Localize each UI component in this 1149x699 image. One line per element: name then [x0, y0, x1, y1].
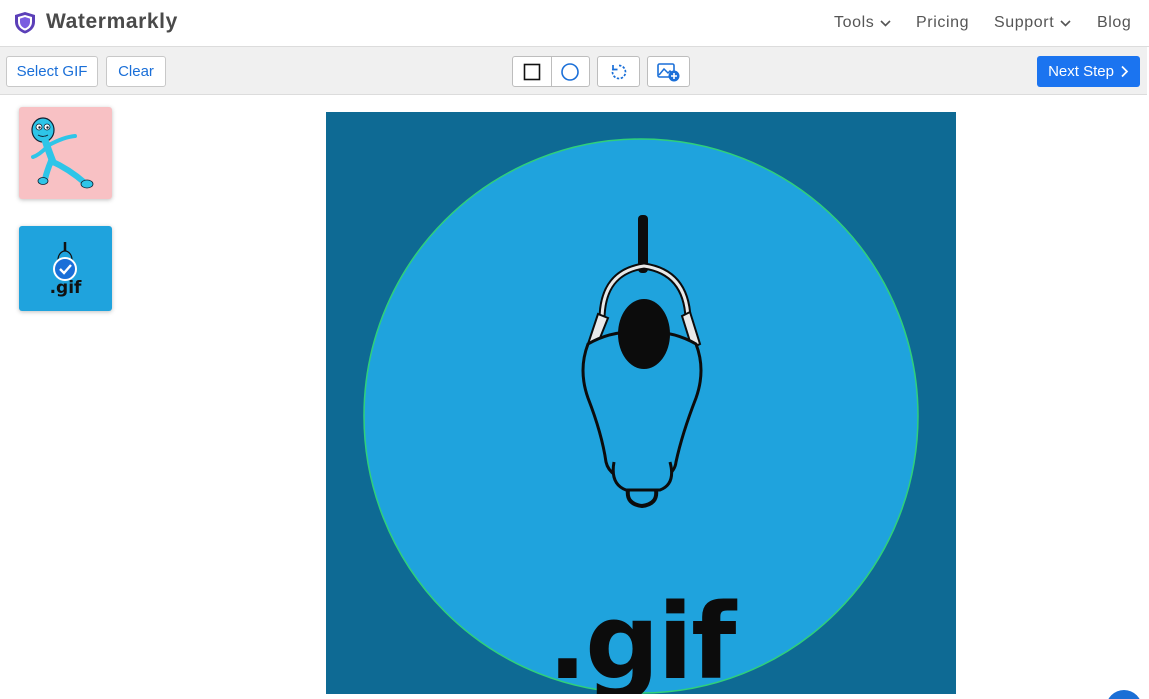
next-step-label: Next Step [1048, 63, 1114, 80]
nav-blog-label: Blog [1097, 14, 1132, 31]
nav-support-label: Support [994, 14, 1055, 31]
thumbnail-gif[interactable]: .gif [19, 226, 112, 311]
rotate-icon [611, 64, 626, 79]
help-chat-button[interactable] [1106, 690, 1142, 699]
cartoon-character-image [31, 117, 94, 189]
crop-circle-icon [561, 62, 580, 81]
select-gif-button[interactable]: Select GIF [6, 56, 98, 87]
nav-tools[interactable]: Tools [834, 14, 892, 32]
nav-pricing[interactable]: Pricing [916, 14, 969, 32]
chevron-down-icon [1060, 19, 1071, 27]
nav-blog[interactable]: Blog [1097, 14, 1131, 32]
nav-support[interactable]: Support [994, 14, 1072, 32]
next-step-button[interactable]: Next Step [1037, 56, 1140, 87]
top-header: Watermarkly Tools Pricing Support Blog [0, 0, 1149, 47]
rotate-button[interactable] [597, 56, 640, 87]
thumbnail-cartoon[interactable] [19, 107, 112, 199]
gif-figure-image [53, 242, 77, 281]
chevron-down-icon [880, 19, 891, 27]
editor-toolbar: Select GIF Clear Next Step [0, 47, 1147, 95]
add-image-icon [656, 62, 679, 81]
crop-rectangle-button[interactable] [513, 57, 551, 86]
add-image-button[interactable] [647, 56, 690, 87]
crop-rectangle-icon [523, 63, 541, 80]
clear-button[interactable]: Clear [106, 56, 166, 87]
brand-name[interactable]: Watermarkly [46, 10, 178, 34]
image-canvas[interactable]: .gif [326, 112, 956, 694]
crop-circle-button[interactable] [550, 57, 589, 86]
nav-tools-label: Tools [834, 14, 875, 31]
shield-logo-icon [15, 12, 35, 34]
crop-shape-group [512, 56, 590, 87]
thumbnail-gif-label: .gif [49, 278, 82, 298]
gif-text: .gif [547, 581, 737, 694]
chevron-right-icon [1121, 65, 1129, 78]
logo[interactable] [14, 11, 36, 34]
nav-pricing-label: Pricing [916, 14, 970, 31]
